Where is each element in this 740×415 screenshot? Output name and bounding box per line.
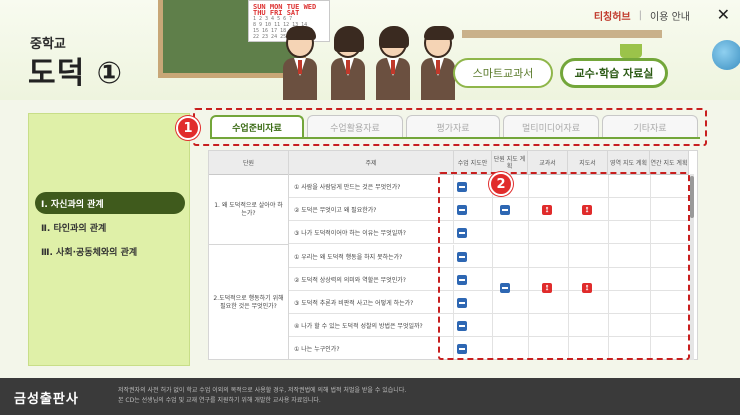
- teaching-hub-link[interactable]: 티칭허브: [594, 8, 631, 23]
- smart-textbook-button[interactable]: 스마트교과서: [453, 58, 553, 88]
- header-links: 티칭허브 | 이용 안내: [594, 8, 690, 23]
- separator: |: [638, 10, 643, 21]
- shelf-illustration: [462, 30, 662, 38]
- sidebar-item-others[interactable]: Ⅱ. 타인과의 관계: [35, 216, 185, 238]
- student-figure: [330, 26, 366, 100]
- tabs-highlight: [193, 108, 707, 146]
- student-figure: [375, 26, 411, 100]
- header: SUN MON TUE WED THU FRI SAT 1 2 3 4 5 6 …: [0, 0, 740, 100]
- page-title: 도덕 ①: [28, 56, 124, 91]
- calendar-head: SUN MON TUE WED THU FRI SAT: [253, 3, 317, 17]
- help-link[interactable]: 이용 안내: [650, 8, 690, 23]
- topic-text[interactable]: ④ 나가 할 수 있는 도덕적 성찰의 방법은 무엇일까?: [294, 314, 454, 337]
- teaching-materials-button[interactable]: 교수·학습 자료실: [560, 58, 668, 88]
- topic-text[interactable]: ② 도덕적 상상력의 의미와 역할은 무엇인가?: [294, 268, 454, 291]
- topic-text[interactable]: ③ 나가 도덕적이어야 하는 이유는 무엇일까?: [294, 221, 454, 244]
- topic-text[interactable]: ① 우리는 왜 도덕적 행동을 하지 못하는가?: [294, 245, 454, 268]
- student-figure: [282, 26, 318, 100]
- topic-text[interactable]: ① 나는 누구인가?: [294, 337, 454, 359]
- copyright-line: 본 CD는 선생님의 수업 및 교재 연구를 지원하기 위해 개발한 교사용 자…: [118, 397, 321, 404]
- copyright-notice: 저작권자의 사전 허가 없이 학교 수업 이외의 목적으로 사용할 경우, 저작…: [118, 386, 406, 406]
- footer: 금성출판사 저작권자의 사전 허가 없이 학교 수업 이외의 목적으로 사용할 …: [0, 378, 740, 415]
- copyright-line: 저작권자의 사전 허가 없이 학교 수업 이외의 목적으로 사용할 경우, 저작…: [118, 387, 407, 394]
- unit-cell: 1. 왜 도덕적으로 살아야 하는가?: [209, 175, 289, 245]
- plant-icon: [620, 44, 642, 58]
- close-icon[interactable]: ✕: [717, 5, 730, 24]
- sidebar-item-society[interactable]: Ⅲ. 사회·공동체와의 관계: [35, 240, 185, 262]
- unit-cell: 2.도덕적으로 행동하기 위해 필요한 것은 무엇인가?: [209, 245, 289, 359]
- callout-badge-1: 1: [176, 116, 200, 140]
- topic-text[interactable]: ③ 도덕적 추론과 비판적 사고는 어떻게 하는가?: [294, 291, 454, 314]
- callout-badge-2: 2: [489, 172, 513, 196]
- publisher-logo: 금성출판사: [14, 392, 79, 407]
- topic-text[interactable]: ① 사람을 사람답게 만드는 것은 무엇인가?: [294, 175, 454, 198]
- globe-icon: [712, 40, 740, 70]
- sidebar-item-self[interactable]: Ⅰ. 자신과의 관계: [35, 192, 185, 214]
- col-topic: 주제: [289, 151, 454, 175]
- student-figure: [420, 26, 456, 100]
- unit-sidebar: Ⅰ. 자신과의 관계 Ⅱ. 타인과의 관계 Ⅲ. 사회·공동체와의 관계: [28, 113, 190, 366]
- col-unit: 단원: [209, 151, 289, 175]
- topic-text[interactable]: ② 도덕은 무엇이고 왜 필요한가?: [294, 198, 454, 221]
- scroll-thumb[interactable]: [690, 176, 694, 218]
- materials-highlight: [438, 172, 690, 360]
